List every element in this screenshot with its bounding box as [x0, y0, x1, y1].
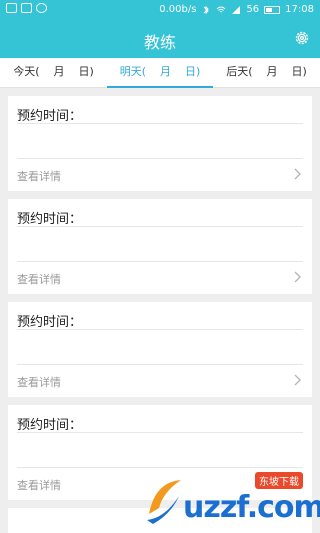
gear-icon[interactable] [294, 30, 310, 46]
chevron-right-icon [294, 374, 301, 386]
tab-label: 明天( [119, 65, 146, 78]
tab-day: 日) [78, 65, 94, 78]
tab-month: 月 [53, 65, 65, 78]
active-tab-indicator [107, 86, 213, 88]
appointment-card: 预约时间： 查看详情 [8, 96, 312, 191]
divider [17, 226, 303, 227]
view-details-row[interactable]: 查看详情 [8, 262, 312, 294]
app-bar: 教练 [0, 20, 320, 58]
watermark-logo: uzzf.com 东坡下载 [143, 470, 320, 528]
page-title: 教练 [143, 33, 176, 52]
notification-icons [6, 3, 47, 13]
tab-day: 日) [291, 65, 307, 78]
appointment-time-label: 预约时间： [17, 212, 83, 227]
notification-icon [6, 3, 17, 13]
tab-month: 月 [160, 65, 171, 78]
tab-day: 日) [185, 65, 201, 78]
appointment-card: 预约时间： 查看详情 [8, 199, 312, 294]
appointment-time-label: 预约时间： [17, 315, 83, 330]
divider [17, 329, 303, 330]
view-details-label: 查看详情 [17, 376, 61, 389]
watermark-text: uzzf.com [183, 490, 320, 525]
tab-tomorrow[interactable]: 明天( 月 日) [107, 58, 213, 88]
view-details-row[interactable]: 查看详情 [8, 159, 312, 191]
logo-swoosh-icon [147, 480, 181, 524]
divider [17, 432, 303, 433]
tab-label: 后天( [226, 65, 253, 78]
chevron-right-icon [294, 271, 301, 283]
wifi-icon [217, 6, 226, 12]
shield-icon [36, 3, 47, 13]
view-details-label: 查看详情 [17, 479, 61, 492]
appointment-time-label: 预约时间： [17, 418, 83, 433]
network-speed: 0.00b/s [159, 4, 197, 15]
view-details-row[interactable]: 查看详情 [8, 365, 312, 397]
battery-icon [264, 5, 281, 14]
tab-day-after-tomorrow[interactable]: 后天( 月 日) [213, 58, 320, 88]
divider [17, 123, 303, 124]
view-details-label: 查看详情 [17, 170, 61, 183]
appointment-time-label: 预约时间： [17, 109, 83, 124]
day-tabs: 今天( 月 日) 明天( 月 日) 后天( 月 日) [0, 58, 320, 88]
status-indicators: 0.00b/s 56 17:08 [159, 4, 314, 15]
chevron-right-icon [294, 168, 301, 180]
tab-label: 今天( [13, 65, 40, 78]
bluetooth-icon [204, 5, 210, 14]
signal-icon [232, 5, 241, 14]
watermark-badge: 东坡下载 [255, 472, 303, 489]
view-details-label: 查看详情 [17, 273, 61, 286]
tab-today[interactable]: 今天( 月 日) [0, 58, 107, 88]
appointment-card: 预约时间： 查看详情 [8, 302, 312, 397]
signal-strength: 56 [246, 4, 260, 15]
clock: 17:08 [285, 4, 314, 15]
tab-month: 月 [266, 65, 278, 78]
status-bar: 0.00b/s 56 17:08 [0, 0, 320, 20]
image-icon [21, 3, 32, 13]
